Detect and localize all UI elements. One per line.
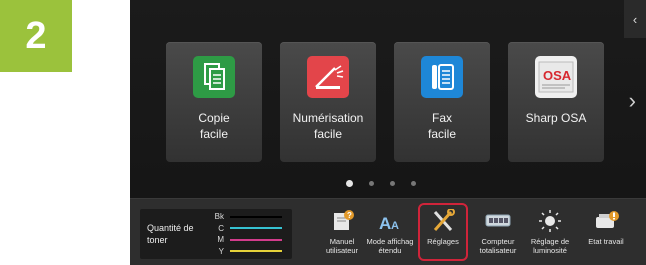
manual-icon: ? — [328, 209, 356, 233]
tile-label: facile — [313, 127, 342, 141]
tile-sharp-osa[interactable]: OSA Sharp OSA — [508, 42, 604, 162]
button-label: Réglage de — [530, 237, 570, 246]
button-label: Mode affichag — [366, 237, 414, 246]
device-screen: ‹ Copie facile Numérisation facile Fax f… — [130, 0, 646, 265]
job-status-icon — [592, 209, 620, 233]
button-label: Etat travail — [588, 237, 624, 246]
svg-text:?: ? — [347, 211, 352, 220]
toner-level-panel[interactable]: Quantité de toner Bk C M Y — [140, 209, 292, 259]
toner-row-yellow: Y — [210, 246, 282, 258]
svg-text:OSA: OSA — [543, 68, 572, 83]
sharp-osa-icon: OSA — [535, 56, 577, 98]
toner-row-cyan: C — [210, 223, 282, 235]
job-status-button[interactable]: Etat travail — [578, 199, 634, 265]
scan-icon — [307, 56, 349, 98]
page-indicator — [346, 180, 416, 187]
tile-label: Sharp OSA — [525, 111, 587, 125]
tile-label: Fax — [431, 111, 452, 125]
next-page-button[interactable]: › — [629, 88, 636, 114]
page-dot[interactable] — [346, 180, 353, 187]
button-label: luminosité — [533, 246, 567, 255]
chevron-left-icon: ‹ — [632, 11, 638, 27]
fax-icon — [421, 56, 463, 98]
button-label: totalisateur — [479, 246, 517, 255]
settings-tools-icon — [429, 208, 457, 233]
page-dot[interactable] — [390, 181, 395, 186]
side-tab-button[interactable]: ‹ — [624, 0, 646, 38]
tile-easy-copy[interactable]: Copie facile — [166, 42, 262, 162]
copy-icon — [193, 56, 235, 98]
brightness-icon — [536, 209, 564, 233]
page-dot[interactable] — [411, 181, 416, 186]
brightness-button[interactable]: Réglage de luminosité — [522, 199, 578, 265]
tile-label: facile — [199, 127, 228, 141]
button-label: Réglages — [427, 237, 459, 246]
svg-text:A: A — [379, 214, 391, 233]
toner-row-magenta: M — [210, 234, 282, 246]
toner-title: Quantité de toner — [147, 223, 194, 245]
tile-easy-scan[interactable]: Numérisation facile — [280, 42, 376, 162]
page-dot[interactable] — [369, 181, 374, 186]
text-size-icon: A A — [376, 209, 404, 233]
counter-icon — [484, 209, 512, 233]
step-number-badge: 2 — [0, 0, 72, 72]
svg-text:A: A — [391, 220, 399, 232]
chevron-right-icon: › — [628, 88, 636, 113]
tile-label: facile — [427, 127, 456, 141]
tile-label: Copie — [198, 111, 230, 125]
tile-label: Numérisation — [292, 111, 364, 125]
extended-display-mode-button[interactable]: A A Mode affichag étendu — [362, 199, 418, 265]
bottom-bar: Quantité de toner Bk C M Y ? Manuel util… — [130, 198, 646, 265]
toner-row-black: Bk — [210, 211, 282, 223]
settings-button[interactable]: Réglages — [418, 199, 468, 265]
button-label: étendu — [378, 246, 402, 255]
button-label: Compteur — [481, 237, 515, 246]
total-counter-button[interactable]: Compteur totalisateur — [470, 199, 526, 265]
tile-easy-fax[interactable]: Fax facile — [394, 42, 490, 162]
